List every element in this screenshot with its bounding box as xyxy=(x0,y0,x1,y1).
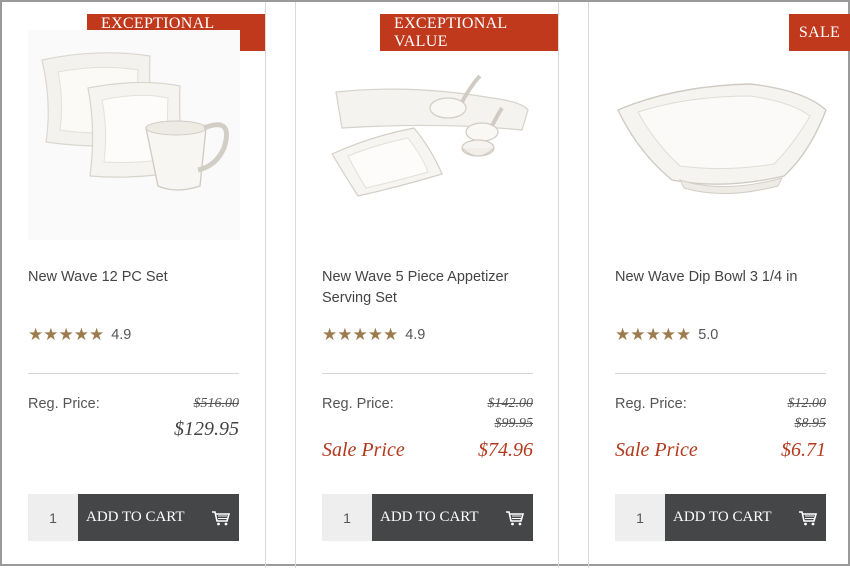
previous-price: $99.95 xyxy=(494,416,534,431)
original-price: $12.00 xyxy=(787,396,827,411)
rating-score: 4.9 xyxy=(111,327,132,343)
rating-score: 5.0 xyxy=(698,327,719,343)
dip-bowl-image[interactable] xyxy=(614,72,830,202)
card-divider xyxy=(588,2,589,568)
separator xyxy=(322,373,533,374)
original-price: $516.00 xyxy=(193,396,240,411)
card-divider xyxy=(558,2,559,568)
product-name[interactable]: New Wave 12 PC Set xyxy=(28,267,240,288)
cart-icon xyxy=(799,510,818,525)
rating-stars-icon: ★★★★★ xyxy=(322,325,399,344)
add-to-cart-label: ADD TO CART xyxy=(86,509,185,525)
rating: ★★★★★ 4.9 xyxy=(322,325,425,345)
reg-price-label: Reg. Price: xyxy=(28,396,100,412)
sale-price: $74.96 xyxy=(478,439,533,461)
sale-price-label: Sale Price xyxy=(615,439,698,461)
reg-price-label: Reg. Price: xyxy=(322,396,394,412)
sale-badge: SALE xyxy=(789,14,850,51)
cart-icon xyxy=(506,510,525,525)
add-to-cart-button[interactable]: ADD TO CART xyxy=(665,494,826,541)
previous-price: $8.95 xyxy=(794,416,827,431)
add-to-cart-button[interactable]: ADD TO CART xyxy=(372,494,533,541)
quantity-input[interactable]: 1 xyxy=(322,494,372,541)
current-price: $129.95 xyxy=(174,418,239,440)
reg-price-label: Reg. Price: xyxy=(615,396,687,412)
separator xyxy=(615,373,826,374)
card-divider xyxy=(295,2,296,568)
product-name[interactable]: New Wave 5 Piece Appetizer Serving Set xyxy=(322,267,534,309)
sale-price-label: Sale Price xyxy=(322,439,405,461)
exceptional-value-badge: EXCEPTIONAL VALUE xyxy=(380,14,558,51)
rating-score: 4.9 xyxy=(405,327,426,343)
card-divider xyxy=(265,2,266,568)
add-to-cart-label: ADD TO CART xyxy=(673,509,772,525)
separator xyxy=(28,373,239,374)
rating: ★★★★★ 4.9 xyxy=(28,325,131,345)
rating-stars-icon: ★★★★★ xyxy=(28,325,105,344)
rating: ★★★★★ 5.0 xyxy=(615,325,718,345)
appetizer-set-image[interactable] xyxy=(322,62,534,202)
quantity-input[interactable]: 1 xyxy=(615,494,665,541)
dinnerware-set-image[interactable] xyxy=(28,30,240,240)
sale-price: $6.71 xyxy=(781,439,826,461)
quantity-input[interactable]: 1 xyxy=(28,494,78,541)
original-price: $142.00 xyxy=(487,396,534,411)
rating-stars-icon: ★★★★★ xyxy=(615,325,692,344)
add-to-cart-button[interactable]: ADD TO CART xyxy=(78,494,239,541)
cart-icon xyxy=(212,510,231,525)
add-to-cart-label: ADD TO CART xyxy=(380,509,479,525)
product-name[interactable]: New Wave Dip Bowl 3 1/4 in xyxy=(615,267,827,288)
